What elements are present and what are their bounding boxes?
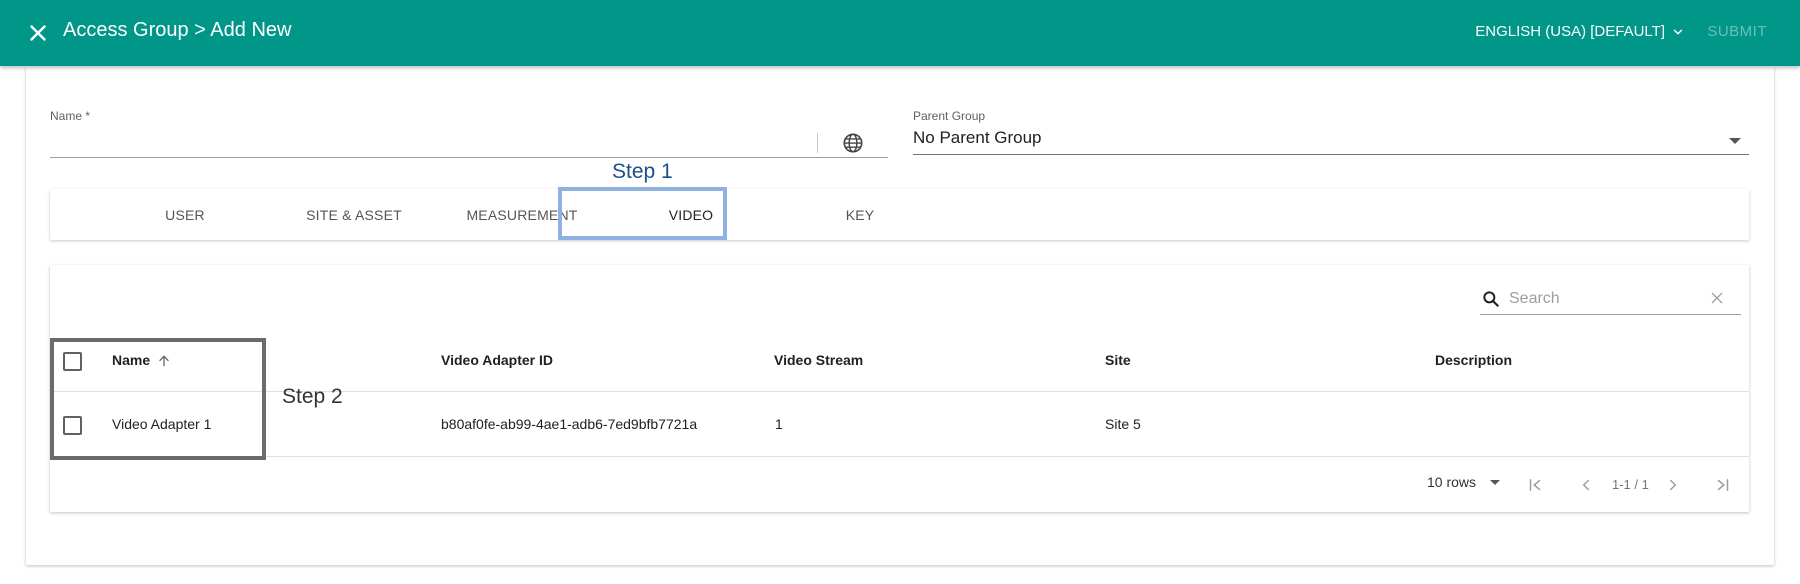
column-header-video-stream[interactable]: Video Stream [774, 352, 863, 368]
page-range: 1-1 / 1 [1612, 477, 1649, 492]
search-input[interactable] [1509, 287, 1699, 311]
search-icon [1483, 291, 1499, 307]
tab-bar: USER SITE & ASSET MEASUREMENT VIDEO KEY [50, 189, 1749, 240]
language-selector[interactable]: ENGLISH (USA) [DEFAULT] [1475, 23, 1685, 40]
cell-site: Site 5 [1105, 416, 1141, 432]
column-header-video-adapter-id[interactable]: Video Adapter ID [441, 352, 553, 368]
column-header-site[interactable]: Site [1105, 352, 1131, 368]
next-page-icon[interactable] [1664, 476, 1682, 494]
parent-group-label: Parent Group [913, 109, 986, 123]
step2-highlight-box [50, 338, 266, 460]
name-field-underline [50, 157, 888, 158]
tab-user[interactable]: USER [100, 189, 270, 240]
clear-icon[interactable] [1709, 290, 1725, 306]
close-icon[interactable] [25, 20, 51, 46]
previous-page-icon[interactable] [1577, 476, 1595, 494]
step2-annotation: Step 2 [282, 385, 343, 408]
rows-per-page-select[interactable]: 10 rows [1427, 474, 1501, 490]
app-bar: Access Group > Add New ENGLISH (USA) [DE… [0, 0, 1800, 66]
submit-button[interactable]: SUBMIT [1707, 23, 1767, 40]
last-page-icon[interactable] [1714, 476, 1732, 494]
name-field-divider [817, 133, 818, 153]
tab-site-asset[interactable]: SITE & ASSET [269, 189, 439, 240]
parent-group-underline [913, 154, 1749, 155]
cell-video-adapter-id: b80af0fe-ab99-4ae1-adb6-7ed9bfb7721a [441, 416, 698, 432]
column-header-description[interactable]: Description [1435, 352, 1512, 368]
tab-key[interactable]: KEY [775, 189, 945, 240]
step1-highlight-box [558, 187, 727, 240]
dropdown-arrow-icon [1490, 479, 1501, 485]
first-page-icon[interactable] [1526, 476, 1544, 494]
globe-icon[interactable] [842, 132, 864, 154]
cell-video-stream: 1 [775, 416, 783, 432]
page-title: Access Group > Add New [63, 19, 292, 41]
search-underline [1480, 314, 1741, 315]
row-divider [50, 456, 1749, 457]
rows-per-page-label: 10 rows [1427, 474, 1477, 490]
name-field[interactable] [50, 128, 810, 156]
chevron-down-icon [1673, 29, 1683, 35]
dropdown-arrow-icon[interactable] [1729, 138, 1741, 144]
language-label: ENGLISH (USA) [DEFAULT] [1475, 23, 1665, 40]
parent-group-select[interactable]: No Parent Group [913, 128, 1042, 148]
step1-annotation: Step 1 [612, 160, 673, 183]
name-field-label: Name * [50, 109, 91, 123]
